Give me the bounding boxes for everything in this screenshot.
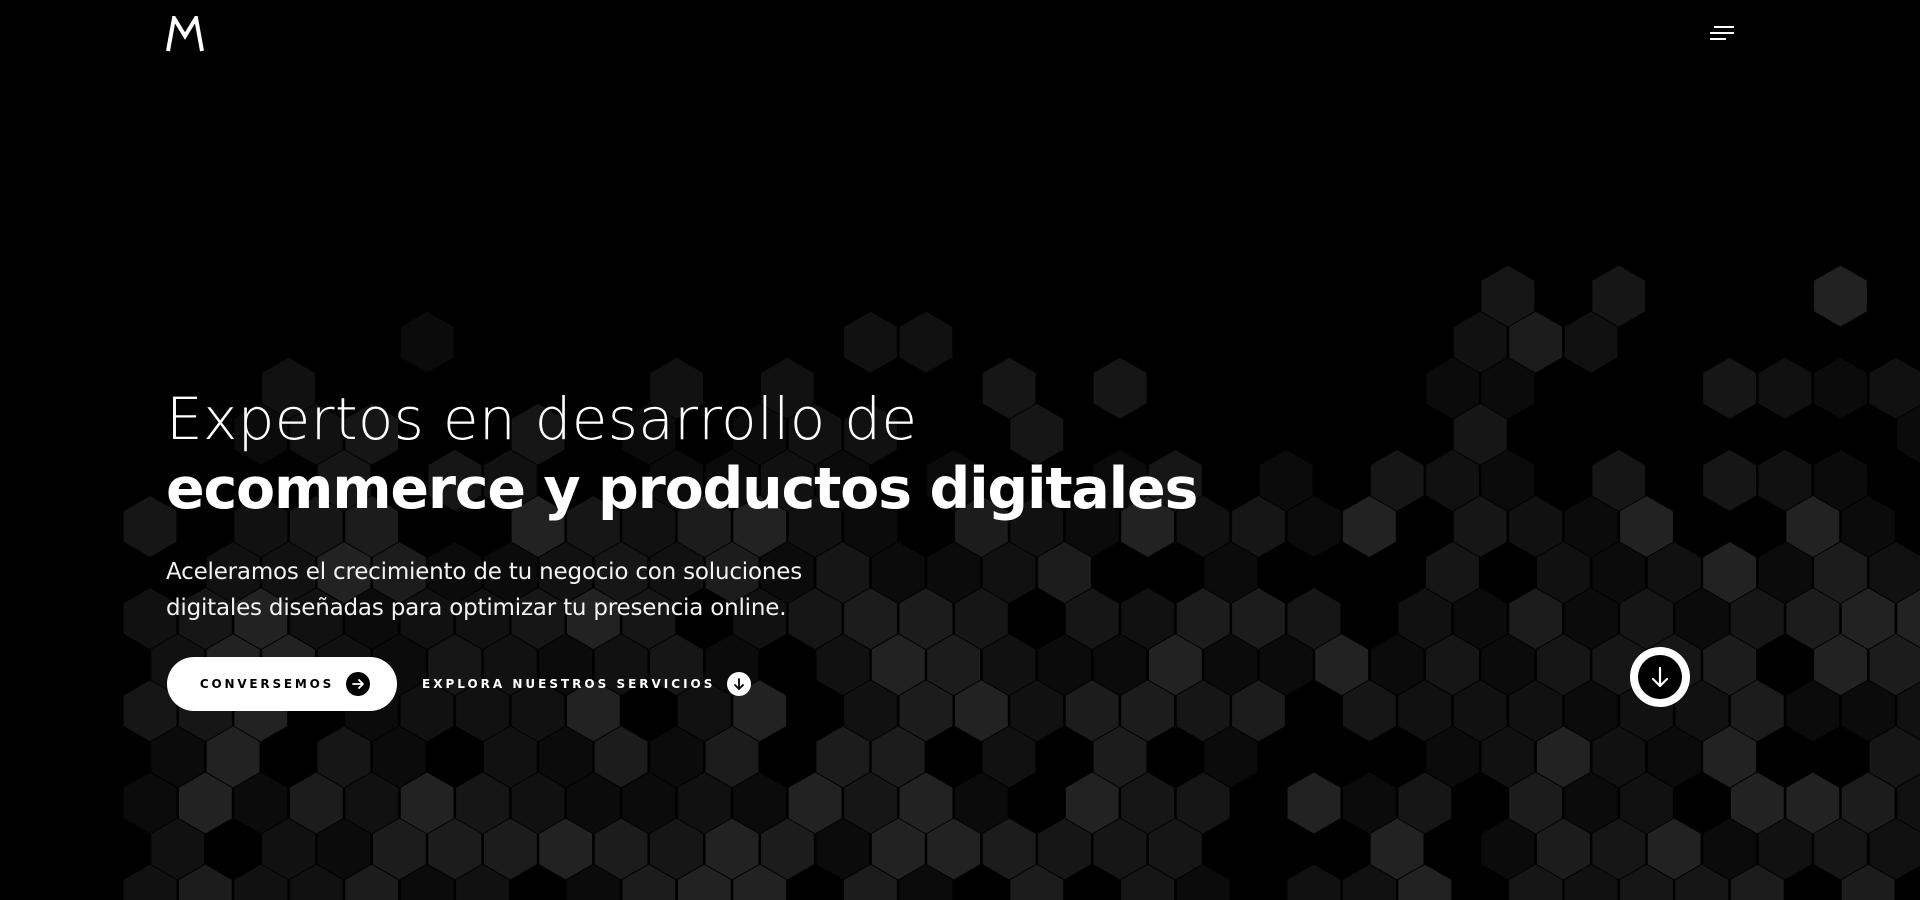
- explore-services-label: EXPLORA NUESTROS SERVICIOS: [422, 677, 716, 691]
- logo-m-icon[interactable]: [166, 16, 204, 52]
- hexagon-tile: [1287, 772, 1341, 834]
- explore-services-link[interactable]: EXPLORA NUESTROS SERVICIOS: [422, 670, 752, 698]
- scroll-down-button[interactable]: [1630, 647, 1690, 707]
- hero-title-line-2: ecommerce y productos digitales: [166, 456, 1198, 522]
- hexagon-tile: [844, 311, 897, 373]
- hexagon-tile: [1287, 864, 1341, 900]
- hexagon-tile: [1814, 265, 1867, 327]
- hero-title-line-1: Expertos en desarrollo de: [166, 385, 918, 453]
- hexagon-tile: [400, 311, 454, 373]
- hexagon-tile: [899, 311, 953, 373]
- hero-subtitle-line-2: digitales diseñadas para optimizar tu pr…: [166, 595, 787, 621]
- hamburger-menu-icon[interactable]: [1700, 22, 1740, 48]
- arrow-down-icon: [727, 672, 752, 696]
- conversemos-button[interactable]: CONVERSEMOS: [167, 657, 397, 711]
- arrow-right-icon: [346, 672, 371, 696]
- hexagon-tile: [1703, 357, 1756, 419]
- hexagon-tile: [1703, 449, 1756, 511]
- conversemos-button-label: CONVERSEMOS: [199, 677, 335, 691]
- hero-subtitle: Aceleramos el crecimiento de tu negocio …: [166, 554, 886, 626]
- arrow-down-icon: [1638, 655, 1682, 699]
- hexagon-tile: [1869, 357, 1920, 419]
- hero-subtitle-line-1: Aceleramos el crecimiento de tu negocio …: [166, 559, 802, 585]
- hexagon-tile: [1814, 357, 1867, 419]
- page: Expertos en desarrollo de ecommerce y pr…: [0, 0, 1920, 900]
- hero-heading: Expertos en desarrollo de ecommerce y pr…: [166, 384, 1366, 524]
- hexagon-tile: [1758, 357, 1812, 419]
